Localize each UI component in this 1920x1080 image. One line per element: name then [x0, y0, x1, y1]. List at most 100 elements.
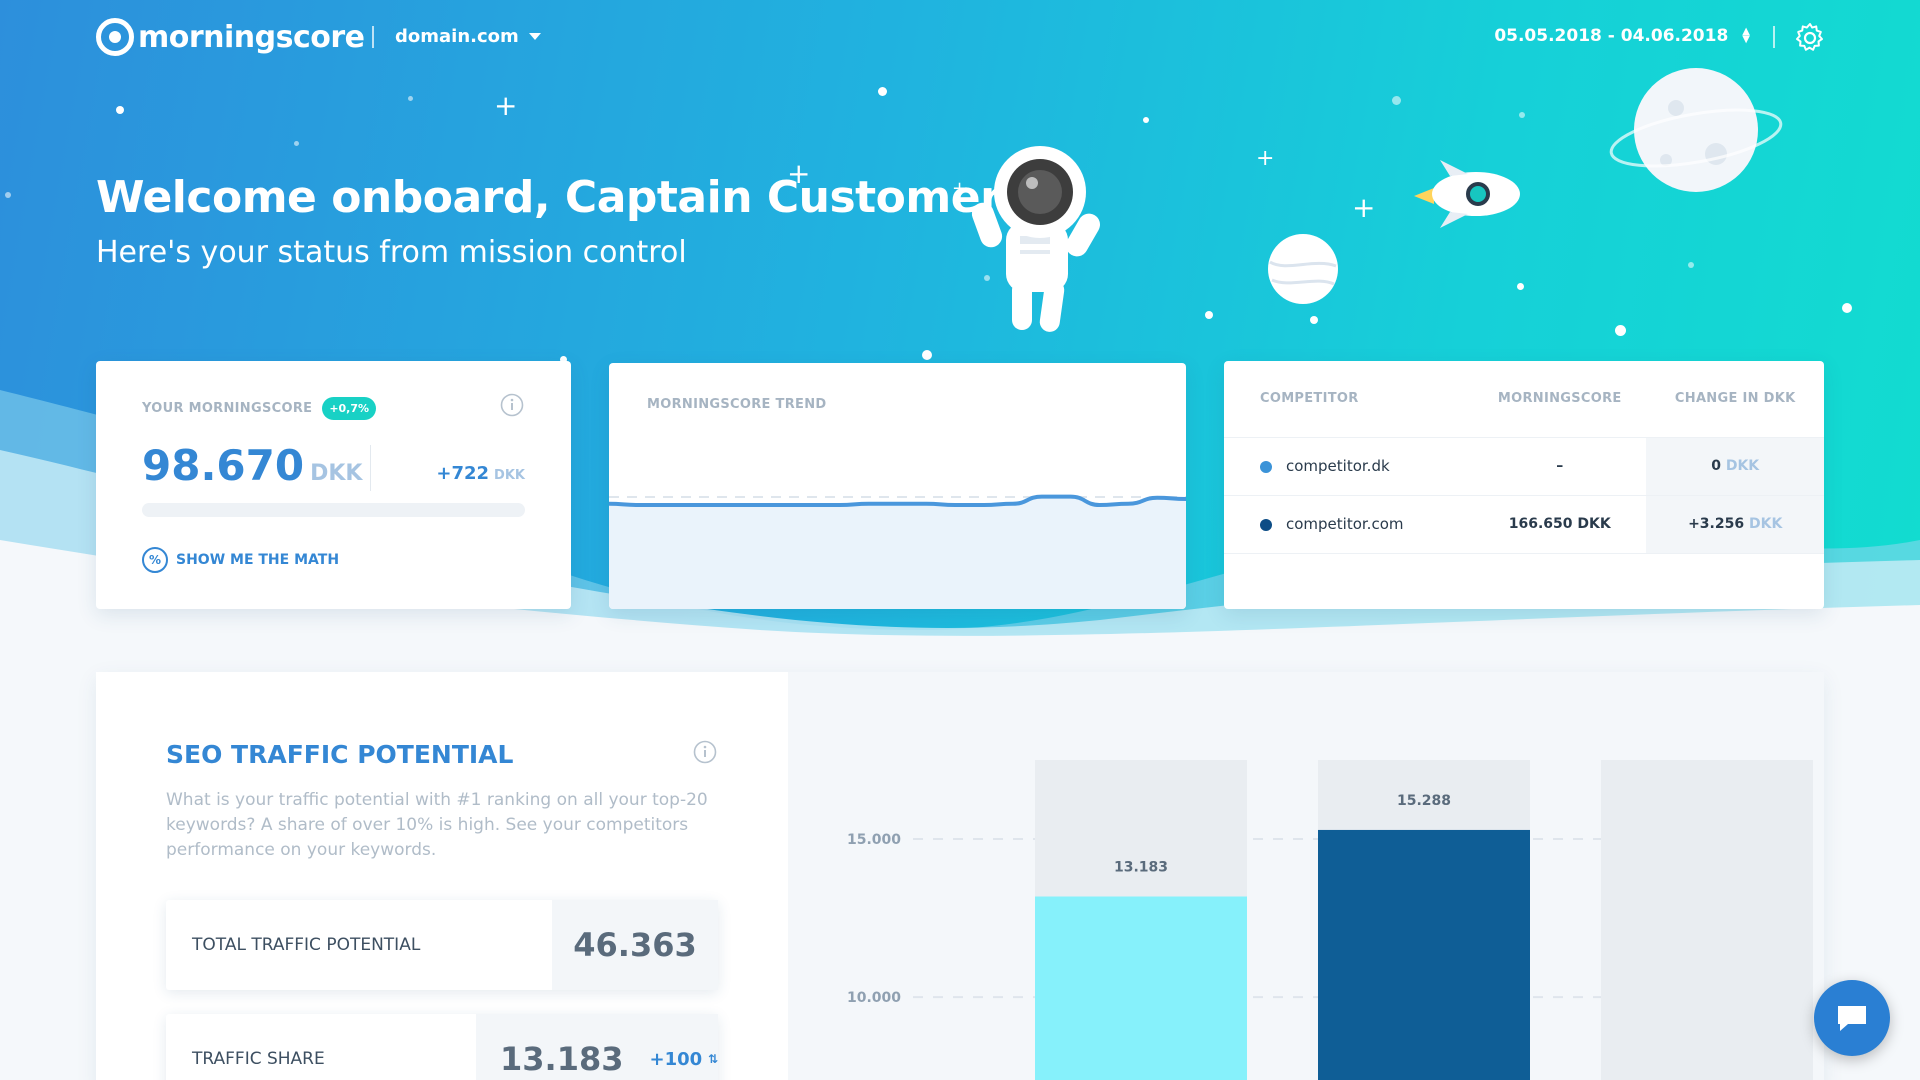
planet-small-illustration: [1268, 234, 1338, 304]
change-unit: DKK: [1748, 516, 1783, 532]
traffic-share-delta-cell: +100 ⇅: [649, 1049, 718, 1070]
competitor-change: 0: [1711, 458, 1721, 474]
divider: [1773, 26, 1775, 48]
star: [1310, 316, 1318, 324]
star: [1205, 311, 1213, 319]
brand-name: morningscore: [138, 19, 365, 55]
trend-area: [609, 496, 1186, 609]
domain-label: domain.com: [395, 26, 519, 47]
competitor-name-cell: competitor.dk: [1224, 436, 1474, 495]
trend-title: MORNINGSCORE TREND: [647, 397, 827, 412]
traffic-share-label: TRAFFIC SHARE: [192, 1049, 325, 1069]
table-header-row: COMPETITOR MORNINGSCORE CHANGE IN DKK: [1224, 361, 1824, 437]
column-header[interactable]: MORNINGSCORE: [1473, 361, 1646, 437]
star: [1517, 283, 1524, 290]
morningscore-card: YOUR MORNINGSCORE +0,7% 98.670 DKK +722 …: [96, 361, 571, 609]
traffic-share-box: TRAFFIC SHARE 13.183 +100 ⇅: [166, 1014, 718, 1080]
sparkle: +: [494, 89, 518, 122]
welcome-title: Welcome onboard, Captain Customer: [96, 172, 1002, 223]
seo-description: What is your traffic potential with #1 r…: [166, 790, 708, 860]
date-range-label: 05.05.2018 - 04.06.2018: [1494, 26, 1729, 46]
trend-card: MORNINGSCORE TREND: [609, 363, 1186, 609]
score-number: 98.670: [142, 441, 305, 490]
delta-number: +722: [436, 463, 490, 484]
total-traffic-value: 46.363: [552, 900, 718, 990]
chat-button[interactable]: [1814, 980, 1890, 1056]
change-unit: DKK: [1725, 458, 1760, 474]
competitor-name: competitor.dk: [1286, 457, 1390, 475]
score-progress-bar: [142, 503, 525, 517]
star: [878, 87, 887, 96]
star: [1392, 96, 1401, 105]
domain-selector[interactable]: domain.com: [395, 26, 541, 47]
competitor-score: 166.650 DKK: [1473, 494, 1647, 554]
traffic-chart-panel: 15.000 10.000 13.183 15.288: [788, 672, 1824, 1080]
date-range-selector[interactable]: 05.05.2018 - 04.06.2018 ▲ ▼: [1494, 26, 1750, 46]
traffic-share-value: 13.183: [500, 1040, 624, 1078]
info-icon[interactable]: [500, 393, 524, 417]
bar-data-label: 15.288: [1397, 793, 1451, 809]
sort-updown-icon: ▲ ▼: [1742, 26, 1750, 45]
competitor-table: COMPETITOR MORNINGSCORE CHANGE IN DKK co…: [1224, 361, 1824, 554]
competitor-card: COMPETITOR MORNINGSCORE CHANGE IN DKK co…: [1224, 361, 1824, 609]
card-label: YOUR MORNINGSCORE: [142, 401, 313, 416]
competitor-color-dot: [1260, 518, 1272, 531]
rocket-illustration: [1414, 160, 1520, 228]
star: [1519, 112, 1525, 118]
competitor-name-cell: competitor.com: [1224, 494, 1474, 554]
y-tick-label: 10.000: [847, 990, 901, 1006]
bar: [1035, 896, 1247, 1080]
table-row[interactable]: competitor.com 166.650 DKK +3.256 DKK: [1224, 494, 1824, 554]
competitor-change-cell: +3.256 DKK: [1646, 494, 1824, 554]
delta-unit: DKK: [494, 468, 525, 483]
column-header[interactable]: CHANGE IN DKK: [1646, 361, 1824, 437]
star: [1143, 117, 1149, 123]
info-icon[interactable]: [693, 740, 717, 764]
trend-sparkline: [609, 494, 1186, 609]
traffic-share-delta: +100: [649, 1048, 703, 1070]
star: [922, 350, 932, 360]
star: [294, 141, 299, 146]
show-math-link[interactable]: % SHOW ME THE MATH: [142, 547, 339, 573]
logo-icon: [96, 18, 134, 56]
planet-ringed-illustration: [1609, 68, 1783, 192]
bar-background: [1601, 760, 1813, 1080]
y-tick-label: 15.000: [847, 832, 901, 848]
column-header[interactable]: COMPETITOR: [1224, 361, 1473, 437]
seo-traffic-section: SEO TRAFFIC POTENTIAL What is your traff…: [96, 672, 1824, 1080]
total-traffic-box: TOTAL TRAFFIC POTENTIAL 46.363: [166, 900, 718, 990]
morningscore-value: 98.670 DKK: [142, 441, 362, 490]
show-math-label: SHOW ME THE MATH: [176, 552, 340, 568]
percent-icon: %: [142, 547, 168, 573]
star: [116, 106, 124, 114]
sort-updown-icon: ⇅: [708, 1052, 719, 1066]
change-badge: +0,7%: [322, 397, 377, 420]
sparkle: +: [1256, 146, 1275, 171]
top-bar: morningscore domain.com 05.05.2018 - 04.…: [0, 0, 1920, 76]
competitor-score: –: [1473, 436, 1647, 495]
chevron-down-icon: [528, 33, 541, 40]
bar: [1318, 829, 1530, 1080]
traffic-share-value-cell: 13.183 +100 ⇅: [476, 1014, 718, 1080]
competitor-change-cell: 0 DKK: [1646, 436, 1824, 495]
seo-summary-panel: SEO TRAFFIC POTENTIAL What is your traff…: [96, 672, 788, 1080]
total-traffic-label: TOTAL TRAFFIC POTENTIAL: [192, 935, 421, 955]
table-row[interactable]: competitor.dk – 0 DKK: [1224, 436, 1824, 495]
bar-data-label: 13.183: [1114, 859, 1168, 875]
welcome-subtitle: Here's your status from mission control: [96, 235, 687, 270]
score-delta: +722 DKK: [436, 463, 525, 484]
astronaut-illustration: [971, 146, 1100, 332]
sparkle: +: [1352, 191, 1376, 224]
competitor-name: competitor.com: [1286, 515, 1404, 533]
seo-title: SEO TRAFFIC POTENTIAL: [166, 740, 514, 769]
gear-icon[interactable]: [1794, 22, 1826, 54]
brand-logo[interactable]: morningscore: [96, 18, 365, 56]
chat-icon: [1838, 1006, 1866, 1031]
star: [5, 192, 11, 198]
star: [1842, 303, 1852, 313]
score-unit: DKK: [310, 461, 363, 486]
divider: [372, 26, 374, 48]
traffic-bar-chart: 15.000 10.000 13.183 15.288: [847, 760, 1813, 1080]
star: [1615, 325, 1626, 336]
competitor-color-dot: [1260, 460, 1272, 473]
